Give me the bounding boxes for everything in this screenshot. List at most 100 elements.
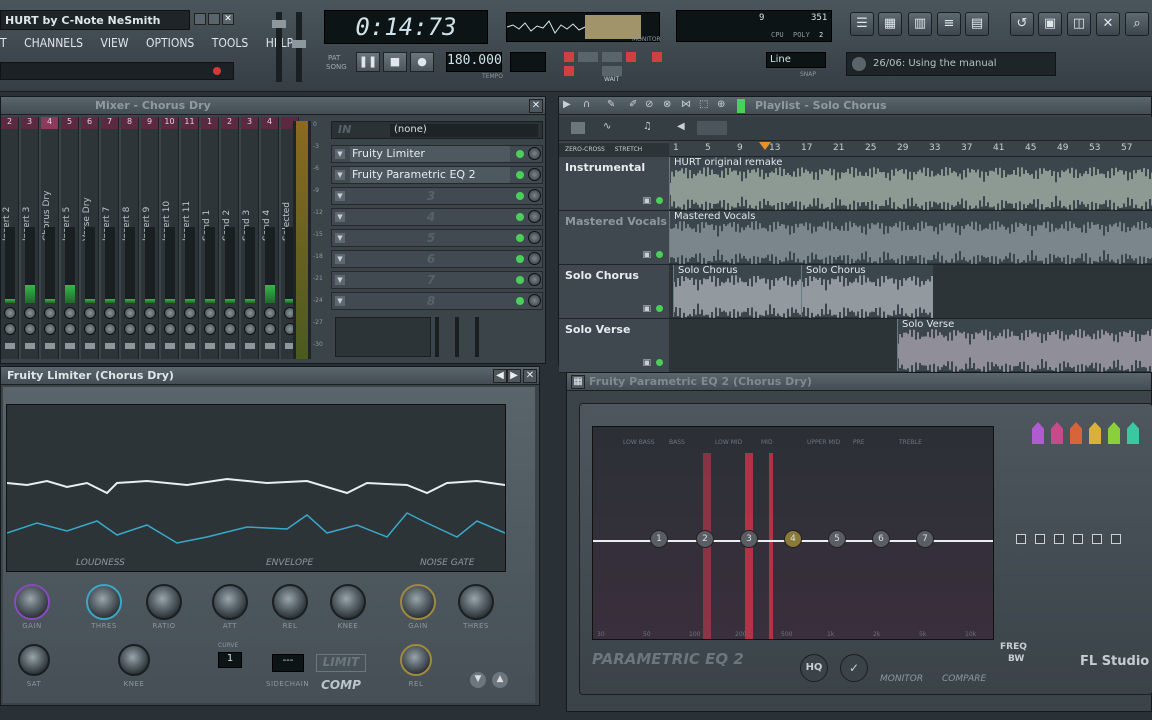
slot-enable-led[interactable] — [516, 150, 524, 158]
slot-enable-led[interactable] — [516, 276, 524, 284]
search-icon[interactable]: ⌕ — [1125, 12, 1149, 36]
typing-keyboard-button[interactable] — [602, 66, 622, 76]
volume-knob[interactable] — [224, 323, 236, 335]
maximize-button[interactable] — [208, 13, 220, 25]
playlist-lane[interactable]: Solo Chorus Solo Chorus — [669, 265, 1152, 319]
playlist-icon[interactable]: ☰ — [850, 12, 874, 36]
limiter-title[interactable]: Fruity Limiter (Chorus Dry) — [1, 367, 539, 385]
limiter-knob[interactable] — [14, 584, 50, 620]
pan-knob[interactable] — [224, 307, 236, 319]
playlist-lane[interactable]: Mastered Vocals — [669, 211, 1152, 265]
volume-knob[interactable] — [84, 323, 96, 335]
menu-arrow-icon[interactable]: ▶ — [563, 99, 571, 110]
limiter-knob[interactable] — [18, 644, 50, 676]
slot-menu-icon[interactable]: ▼ — [335, 296, 345, 306]
limiter-next-icon[interactable]: ▶ — [507, 369, 521, 383]
playlist-track-label[interactable]: Mastered Vocals ▣ — [559, 211, 669, 265]
volume-knob[interactable] — [164, 323, 176, 335]
limiter-knob[interactable] — [330, 584, 366, 620]
audio-clip[interactable]: Mastered Vocals — [669, 211, 1152, 264]
master-volume-handle[interactable] — [272, 20, 286, 28]
menu-tools[interactable]: TOOLS — [212, 36, 248, 50]
eq-band-level-handle[interactable] — [1092, 534, 1102, 544]
menu-file[interactable]: T — [0, 36, 7, 50]
playhead-marker-icon[interactable] — [759, 142, 771, 150]
save-icon[interactable]: ▣ — [1038, 12, 1062, 36]
curve-selector[interactable]: 1 — [218, 652, 242, 668]
slot-mix-knob[interactable] — [528, 189, 541, 202]
limiter-knob[interactable] — [86, 584, 122, 620]
eq-band-handle[interactable]: 6 — [872, 530, 890, 548]
volume-knob[interactable] — [44, 323, 56, 335]
mixer-title[interactable]: Mixer - Chorus Dry — [1, 97, 545, 115]
slot-name[interactable]: 4 — [350, 209, 510, 225]
piano-roll-icon[interactable]: ▦ — [878, 12, 902, 36]
volume-knob[interactable] — [64, 323, 76, 335]
slot-enable-led[interactable] — [516, 192, 524, 200]
mixer-track[interactable]: 5 Insert 5 — [61, 117, 79, 359]
slot-mix-knob[interactable] — [528, 168, 541, 181]
mixer-track[interactable]: 9 Insert 9 — [141, 117, 159, 359]
eq-band-level-handle[interactable] — [1111, 534, 1121, 544]
route-button[interactable] — [65, 343, 75, 349]
render-icon[interactable]: ◫ — [1067, 12, 1091, 36]
pan-knob[interactable] — [204, 307, 216, 319]
record-button[interactable]: ● — [410, 52, 434, 72]
volume-knob[interactable] — [204, 323, 216, 335]
delete-icon[interactable]: ⊘ — [645, 99, 653, 110]
eq-band-handle[interactable]: 1 — [650, 530, 668, 548]
slot-name[interactable]: 6 — [350, 251, 510, 267]
playlist-lane[interactable]: Solo Verse — [669, 319, 1152, 373]
check-icon[interactable]: ✓ — [840, 654, 868, 682]
track-enable-led[interactable] — [656, 359, 663, 366]
scroll-bar[interactable] — [697, 121, 727, 135]
slot-mix-knob[interactable] — [528, 252, 541, 265]
volume-knob[interactable] — [4, 323, 16, 335]
track-enable-led[interactable] — [656, 251, 663, 258]
limiter-knob[interactable] — [400, 644, 432, 676]
undo-icon[interactable]: ↺ — [1010, 12, 1034, 36]
slot-enable-led[interactable] — [516, 255, 524, 263]
slot-mix-knob[interactable] — [528, 147, 541, 160]
zoom-icon[interactable]: ⊕ — [717, 99, 725, 110]
track-enable-led[interactable] — [656, 197, 663, 204]
mixer-track[interactable]: 4 Chorus Dry — [41, 117, 59, 359]
volume-knob[interactable] — [244, 323, 256, 335]
tools-icon[interactable]: ✕ — [1096, 12, 1120, 36]
route-button[interactable] — [185, 343, 195, 349]
monitor-button[interactable]: MONITOR — [880, 674, 923, 684]
eq-band-handle[interactable]: 4 — [784, 530, 802, 548]
pan-knob[interactable] — [244, 307, 256, 319]
mixer-track[interactable]: 3 Send 3 — [241, 117, 259, 359]
slot-mix-knob[interactable] — [528, 273, 541, 286]
comp-mode-button[interactable]: COMP — [316, 678, 366, 696]
limiter-knob[interactable] — [458, 584, 494, 620]
pan-knob[interactable] — [164, 307, 176, 319]
pan-knob[interactable] — [84, 307, 96, 319]
zero-cross-toggle[interactable]: ZERO-CROSS — [565, 146, 605, 153]
preset-up-icon[interactable]: ▲ — [492, 672, 508, 688]
eq-band-level-handle[interactable] — [1073, 534, 1083, 544]
pan-knob[interactable] — [264, 307, 276, 319]
effect-slot[interactable]: ▼ 3 — [331, 187, 543, 205]
limiter-knob[interactable] — [272, 584, 308, 620]
eq-band-handle[interactable]: 5 — [828, 530, 846, 548]
eq-band-level-handle[interactable] — [1035, 534, 1045, 544]
pan-knob[interactable] — [24, 307, 36, 319]
menu-channels[interactable]: CHANNELS — [24, 36, 83, 50]
slot-mix-knob[interactable] — [528, 210, 541, 223]
slot-name[interactable]: Fruity Parametric EQ 2 — [350, 167, 510, 183]
route-button[interactable] — [205, 343, 215, 349]
master-pitch-handle[interactable] — [292, 40, 306, 48]
slot-mix-knob[interactable] — [528, 231, 541, 244]
limiter-close-icon[interactable]: ✕ — [523, 369, 537, 383]
audio-clip[interactable]: Solo Verse — [897, 319, 1152, 372]
mixer-track[interactable]: 7 Insert 7 — [101, 117, 119, 359]
eq-menu-icon[interactable]: ▦ — [571, 375, 585, 389]
slot-menu-icon[interactable]: ▼ — [335, 170, 345, 180]
stop-button[interactable]: ■ — [383, 52, 407, 72]
route-button[interactable] — [5, 343, 15, 349]
slot-name[interactable]: 8 — [350, 293, 510, 309]
pan-knob[interactable] — [184, 307, 196, 319]
pattern-selector[interactable] — [510, 52, 546, 72]
